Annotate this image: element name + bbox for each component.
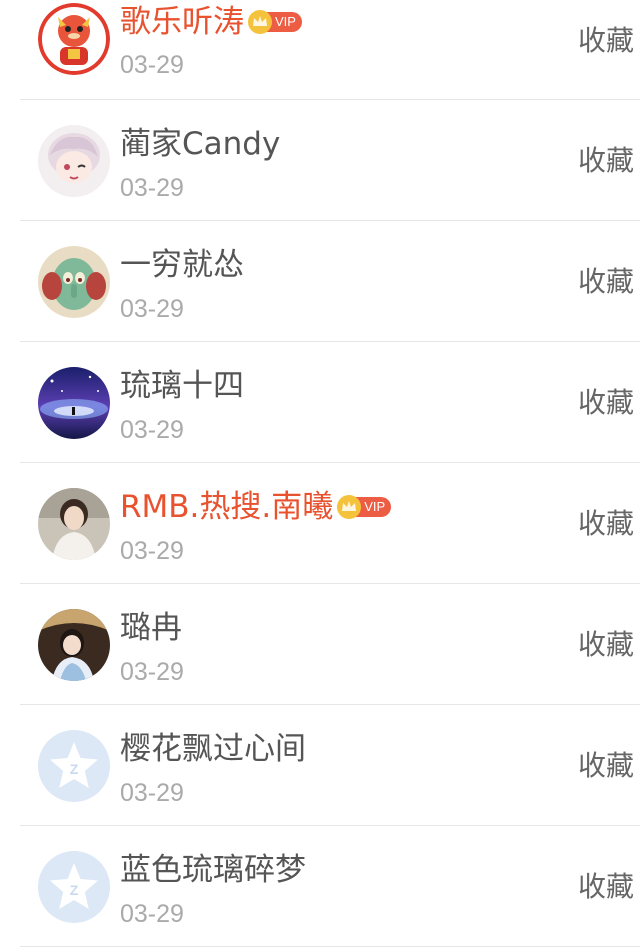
svg-text:Z: Z	[70, 882, 79, 898]
user-name[interactable]: RMB.热搜.南曦 VIP	[120, 489, 392, 525]
avatar[interactable]	[38, 367, 110, 439]
date-label: 03-29	[120, 295, 184, 323]
user-name-text: 一穷就怂	[120, 247, 244, 283]
favorite-button[interactable]: 收藏	[578, 749, 634, 783]
date-label: 03-29	[120, 174, 184, 202]
favorite-button[interactable]: 收藏	[578, 265, 634, 299]
user-name[interactable]: 蔺家Candy	[120, 126, 280, 162]
crown-icon	[248, 10, 272, 34]
default-star-icon: Z	[38, 851, 110, 923]
date-label: 03-29	[120, 658, 184, 686]
list-item[interactable]: RMB.热搜.南曦 VIP 03-29 收藏	[0, 463, 640, 584]
user-name[interactable]: 蓝色琉璃碎梦	[120, 852, 306, 888]
user-name-text: 歌乐听涛	[120, 4, 244, 40]
user-name-text: 琉璃十四	[120, 368, 244, 404]
avatar[interactable]: Z	[38, 851, 110, 923]
list-item[interactable]: 歌乐听涛 VIP 03-29 收藏	[0, 0, 640, 100]
user-name[interactable]: 一穷就怂	[120, 247, 244, 283]
user-name-text: 蓝色琉璃碎梦	[120, 852, 306, 888]
list-item[interactable]: Z 蓝色琉璃碎梦 03-29 收藏	[0, 826, 640, 947]
vip-badge: VIP	[248, 10, 302, 34]
list-item[interactable]: 璐冉 03-29 收藏	[0, 584, 640, 705]
svg-text:Z: Z	[70, 761, 79, 777]
user-name[interactable]: 琉璃十四	[120, 368, 244, 404]
hanfu-girl-icon	[38, 609, 110, 681]
avatar[interactable]: Z	[38, 730, 110, 802]
avatar[interactable]	[38, 246, 110, 318]
list-item[interactable]: 一穷就怂 03-29 收藏	[0, 221, 640, 342]
vip-badge: VIP	[337, 495, 392, 519]
list-item[interactable]: Z 樱花飘过心间 03-29 收藏	[0, 705, 640, 826]
user-name-text: 蔺家Candy	[120, 126, 281, 162]
avatar[interactable]	[38, 125, 110, 197]
night-sky-icon	[38, 367, 110, 439]
user-name[interactable]: 璐冉	[120, 610, 182, 646]
avatar[interactable]	[38, 3, 110, 75]
list-item[interactable]: 琉璃十四 03-29 收藏	[0, 342, 640, 463]
photo-girl-icon	[38, 488, 110, 560]
user-name-text: 璐冉	[120, 610, 182, 646]
favorite-button[interactable]: 收藏	[578, 386, 634, 420]
user-name[interactable]: 樱花飘过心间	[120, 731, 306, 767]
date-label: 03-29	[120, 51, 184, 79]
anime-girl-icon	[38, 125, 110, 197]
default-star-icon: Z	[38, 730, 110, 802]
lion-mascot-icon	[38, 3, 110, 75]
user-list: 歌乐听涛 VIP 03-29 收藏 蔺家Candy 03-29 收藏 一穷就怂 …	[0, 0, 640, 950]
user-name-text: 樱花飘过心间	[120, 731, 306, 767]
favorite-button[interactable]: 收藏	[578, 870, 634, 904]
favorite-button[interactable]: 收藏	[578, 507, 634, 541]
user-name[interactable]: 歌乐听涛 VIP	[120, 4, 302, 40]
avatar[interactable]	[38, 488, 110, 560]
user-name-text: RMB.热搜.南曦	[120, 489, 334, 525]
favorite-button[interactable]: 收藏	[578, 24, 634, 58]
crown-icon	[337, 495, 362, 519]
date-label: 03-29	[120, 416, 184, 444]
favorite-button[interactable]: 收藏	[578, 628, 634, 662]
date-label: 03-29	[120, 900, 184, 928]
squidward-icon	[38, 246, 110, 318]
avatar[interactable]	[38, 609, 110, 681]
date-label: 03-29	[120, 779, 184, 807]
list-item[interactable]: 蔺家Candy 03-29 收藏	[0, 100, 640, 221]
date-label: 03-29	[120, 537, 184, 565]
favorite-button[interactable]: 收藏	[578, 144, 634, 178]
